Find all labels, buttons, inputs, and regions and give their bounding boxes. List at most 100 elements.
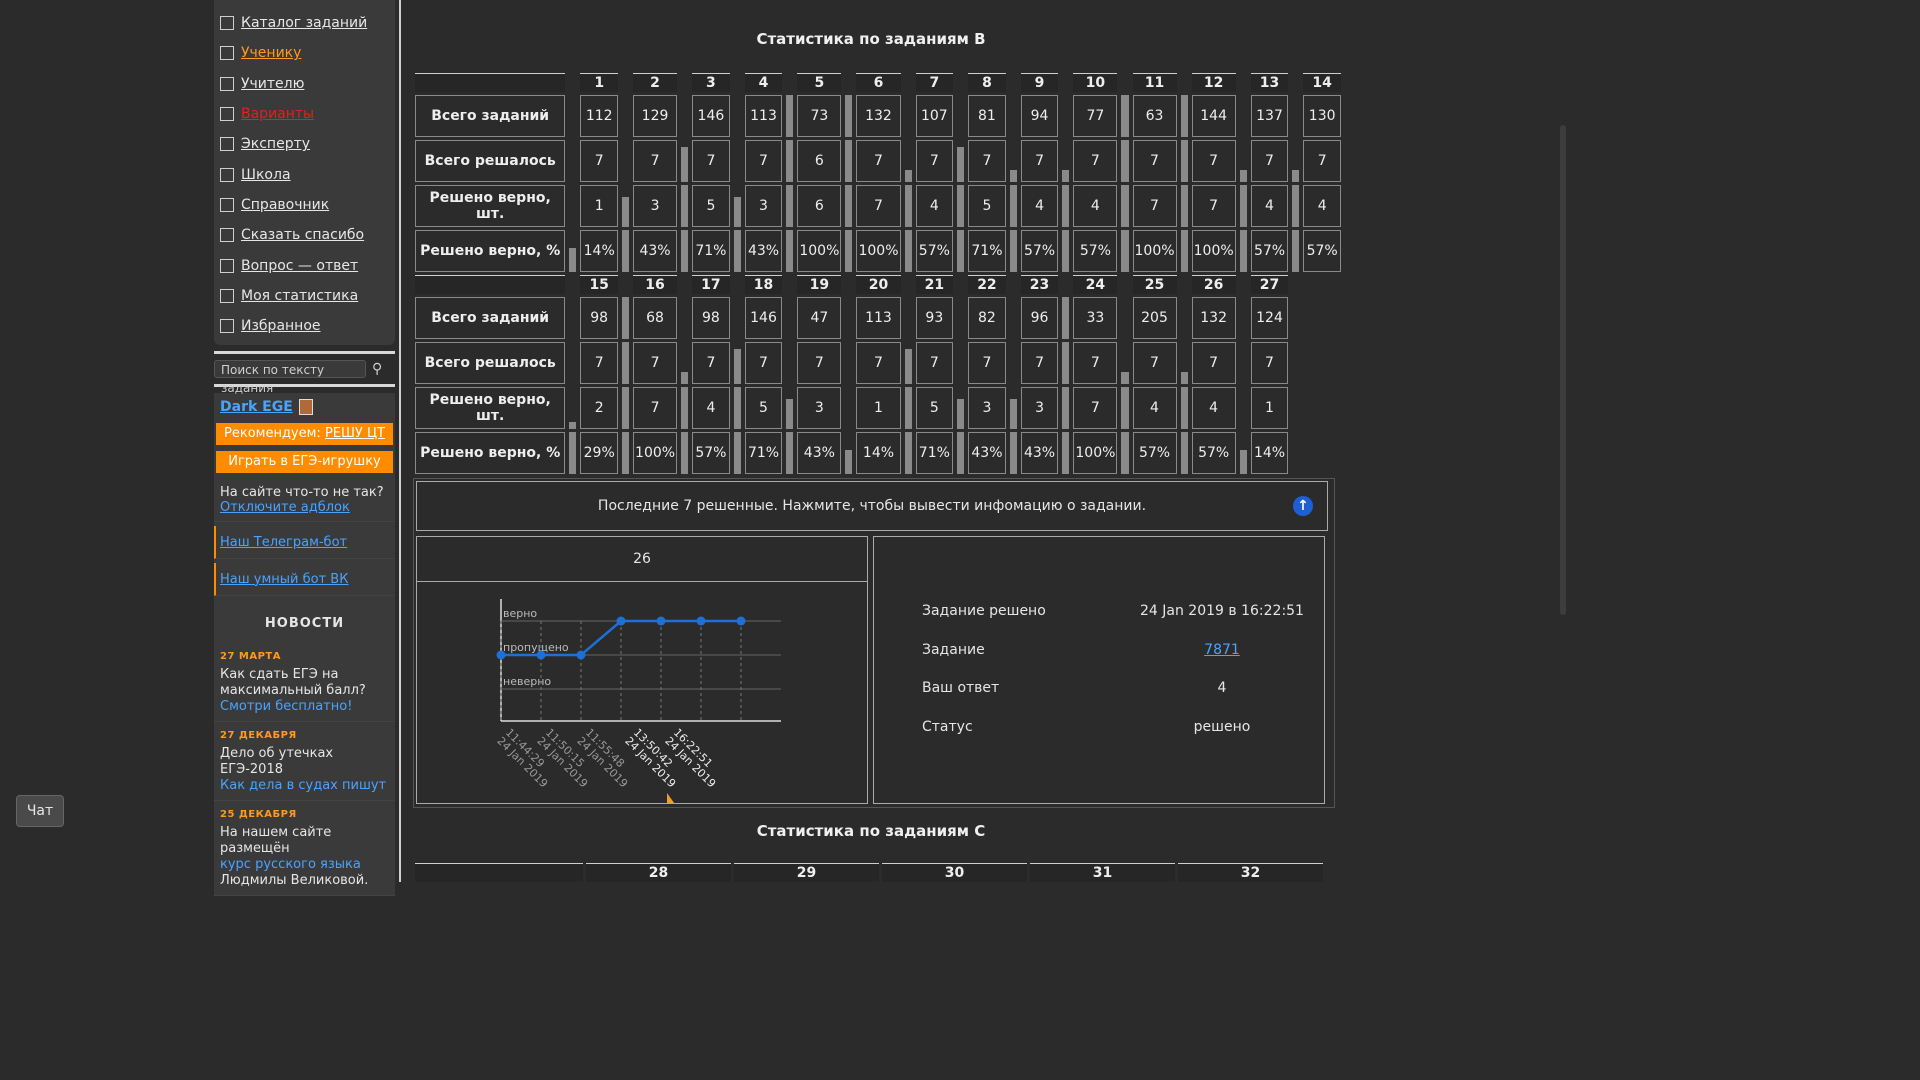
menu-item-label[interactable]: Моя статистика (241, 288, 358, 304)
menu-item[interactable]: Учителю (214, 69, 395, 99)
task-number[interactable]: 10 (1073, 73, 1118, 92)
checkbox[interactable] (220, 167, 234, 182)
task-number[interactable]: 32 (1178, 863, 1323, 882)
checkbox[interactable] (220, 46, 234, 61)
progress-gauge-cell (785, 95, 794, 137)
menu-item-label[interactable]: Каталог заданий (241, 15, 367, 31)
checkbox[interactable] (220, 107, 234, 122)
task-number[interactable]: 19 (797, 275, 842, 294)
stat-cell: 77 (1073, 95, 1118, 137)
menu-item[interactable]: Ученику (214, 38, 395, 68)
scrollbar[interactable] (1558, 0, 1568, 882)
progress-gauge (845, 450, 853, 474)
checkbox[interactable] (220, 16, 234, 31)
checkbox[interactable] (220, 197, 234, 212)
collapse-up-icon[interactable]: ↑ (1293, 496, 1313, 516)
checkbox[interactable] (220, 319, 234, 334)
task-number[interactable]: 11 (1132, 73, 1177, 92)
last-solved-header[interactable]: Последние 7 решенные. Нажмите, чтобы выв… (416, 481, 1328, 531)
chat-button[interactable]: Чат (16, 795, 64, 827)
task-number[interactable]: 5 (797, 73, 842, 92)
task-number[interactable]: 12 (1191, 73, 1236, 92)
progress-gauge-cell (733, 297, 742, 339)
adblock-link[interactable]: Отключите адблок (220, 500, 350, 515)
task-number[interactable]: 13 (1250, 73, 1289, 92)
menu-item[interactable]: Сказать спасибо (214, 220, 395, 250)
progress-gauge (1062, 230, 1070, 272)
menu-item-label[interactable]: Справочник (241, 197, 329, 213)
stat-cell: 33 (1073, 297, 1118, 339)
task-number[interactable]: 31 (1030, 863, 1175, 882)
vk-bot-link[interactable]: Наш умный бот ВК (220, 572, 348, 587)
task-number[interactable]: 21 (915, 275, 954, 294)
menu-item-label[interactable]: Варианты (241, 106, 314, 122)
task-number[interactable]: 23 (1020, 275, 1059, 294)
stat-cell: 100% (1132, 230, 1177, 272)
menu-item-label[interactable]: Ученику (241, 45, 301, 61)
menu-item[interactable]: Варианты (214, 99, 395, 129)
task-number[interactable]: 18 (744, 275, 783, 294)
checkbox[interactable] (220, 137, 234, 152)
progress-gauge-cell (1120, 140, 1129, 182)
menu-item-label[interactable]: Сказать спасибо (241, 227, 364, 243)
task-number[interactable]: 8 (968, 73, 1006, 92)
row-label: Всего решалось (415, 342, 566, 384)
task-number[interactable]: 30 (882, 863, 1027, 882)
menu-item[interactable]: Эксперту (214, 129, 395, 159)
task-number[interactable]: 28 (586, 863, 731, 882)
reshu-ct-link[interactable]: РЕШУ ЦТ (325, 426, 385, 441)
search-icon[interactable]: ⚲ (372, 361, 382, 377)
task-number[interactable]: 24 (1073, 275, 1118, 294)
menu-item[interactable]: Моя статистика (214, 281, 395, 311)
task-number[interactable]: 26 (1191, 275, 1236, 294)
checkbox[interactable] (220, 258, 234, 273)
task-number[interactable]: 1 (580, 73, 618, 92)
news-link[interactable]: Смотри бесплатно! (220, 699, 352, 714)
menu-item-label[interactable]: Эксперту (241, 136, 310, 152)
progress-gauge-cell (1239, 140, 1248, 182)
task-number[interactable]: 20 (856, 275, 901, 294)
task-number[interactable]: 27 (1250, 275, 1289, 294)
task-number[interactable]: 17 (692, 275, 730, 294)
checkbox[interactable] (220, 76, 234, 91)
door-icon[interactable] (298, 399, 313, 416)
task-number[interactable]: 2 (633, 73, 678, 92)
news-text: Как сдать ЕГЭ на максимальный балл? (220, 667, 366, 699)
dark-ege-link[interactable]: Dark EGE (220, 399, 293, 415)
menu-item-label[interactable]: Школа (241, 167, 291, 183)
task-number[interactable]: 22 (968, 275, 1006, 294)
stat-cell: 7 (968, 342, 1006, 384)
search-input[interactable]: Поиск по тексту задания (214, 360, 366, 395)
task-number[interactable]: 29 (734, 863, 879, 882)
menu-item-label[interactable]: Учителю (241, 76, 304, 92)
data-point (616, 616, 626, 626)
progress-gauge-cell (1291, 95, 1300, 137)
progress-gauge-cell (904, 342, 913, 384)
task-number[interactable]: 9 (1020, 73, 1059, 92)
task-number[interactable]: 3 (692, 73, 730, 92)
menu-item[interactable]: Избранное (214, 311, 395, 341)
news-link[interactable]: Как дела в судах пишут (220, 778, 386, 793)
menu-item[interactable]: Каталог заданий (214, 8, 395, 38)
task-number[interactable]: 4 (744, 73, 783, 92)
task-number[interactable]: 15 (580, 275, 618, 294)
task-number[interactable]: 6 (856, 73, 901, 92)
menu-item[interactable]: Школа (214, 159, 395, 189)
scrollbar-thumb[interactable] (1560, 125, 1566, 615)
menu-item[interactable]: Справочник (214, 190, 395, 220)
checkbox[interactable] (220, 228, 234, 243)
checkbox[interactable] (220, 288, 234, 303)
menu-item-label[interactable]: Вопрос — ответ (241, 258, 358, 274)
menu-item[interactable]: Вопрос — ответ (214, 250, 395, 280)
play-game-button[interactable]: Играть в ЕГЭ-игрушку (216, 451, 393, 474)
task-link[interactable]: 7871 (1132, 642, 1312, 658)
task-number[interactable]: 14 (1303, 73, 1341, 92)
task-number[interactable]: 16 (633, 275, 678, 294)
news-link[interactable]: курс русского языка (220, 857, 361, 872)
telegram-bot-link[interactable]: Наш Телеграм-бот (220, 535, 347, 550)
menu-item-label[interactable]: Избранное (241, 318, 321, 334)
task-number[interactable]: 7 (915, 73, 954, 92)
progress-gauge (1009, 230, 1017, 272)
task-number[interactable]: 25 (1132, 275, 1177, 294)
progress-gauge-cell (1009, 387, 1018, 429)
